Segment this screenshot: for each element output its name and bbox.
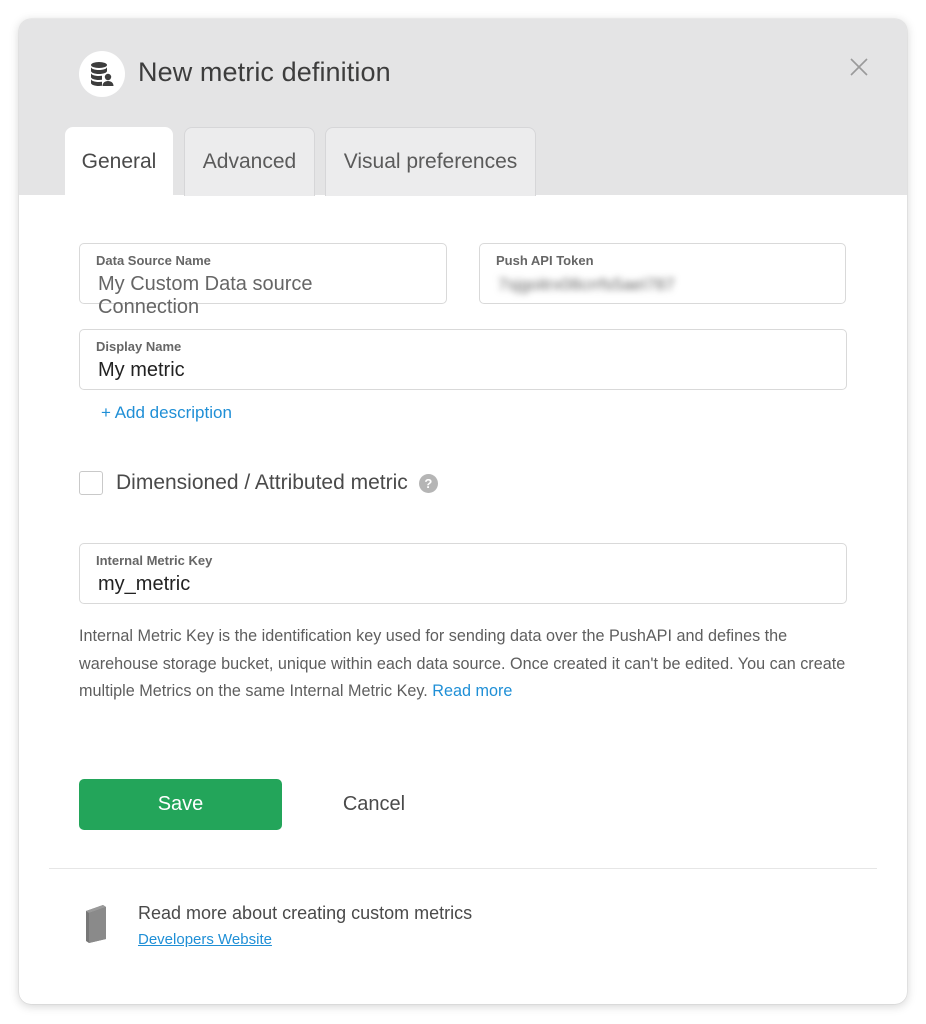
cancel-button[interactable]: Cancel [319,779,429,830]
read-more-link[interactable]: Read more [432,682,512,700]
data-source-name-value: My Custom Data source Connection [98,273,313,318]
data-source-name-label: Data Source Name [96,253,211,268]
dialog-title: New metric definition [138,57,391,87]
dimensioned-metric-label[interactable]: Dimensioned / Attributed metric [116,471,408,495]
tab-visual-preferences[interactable]: Visual preferences [325,127,536,196]
push-api-token-field: Push API Token 7sjgoitrx08crrfs5aeI787 [479,243,846,304]
developers-website-link[interactable]: Developers Website [138,931,272,948]
dimensioned-metric-checkbox[interactable] [79,471,103,495]
display-name-field[interactable]: Display Name [79,329,847,390]
save-button[interactable]: Save [79,779,282,830]
footer-divider [49,868,877,869]
internal-metric-key-input[interactable] [98,573,418,596]
tab-general[interactable]: General [65,127,173,196]
push-api-token-label: Push API Token [496,253,594,268]
book-icon [83,903,111,943]
database-user-icon [79,51,125,97]
data-source-name-field: Data Source Name My Custom Data source C… [79,243,447,318]
internal-metric-key-label: Internal Metric Key [96,553,213,568]
question-icon[interactable]: ? [418,473,438,493]
internal-metric-key-field[interactable]: Internal Metric Key [79,543,847,604]
display-name-input[interactable] [98,359,418,382]
internal-key-help-text: Internal Metric Key is the identificatio… [79,623,859,706]
display-name-label: Display Name [96,339,182,354]
add-description-link[interactable]: + Add description [101,403,232,423]
new-metric-dialog: New metric definition General Advanced V… [19,19,907,1004]
dialog-header: New metric definition General Advanced V… [19,19,907,196]
push-api-token-value: 7sjgoitrx08crrfs5aeI787 [498,275,675,294]
close-icon[interactable] [847,55,871,79]
footer-text: Read more about creating custom metrics [138,903,473,923]
dimensioned-metric-row: Dimensioned / Attributed metric ? [79,470,438,496]
tab-advanced[interactable]: Advanced [184,127,315,196]
